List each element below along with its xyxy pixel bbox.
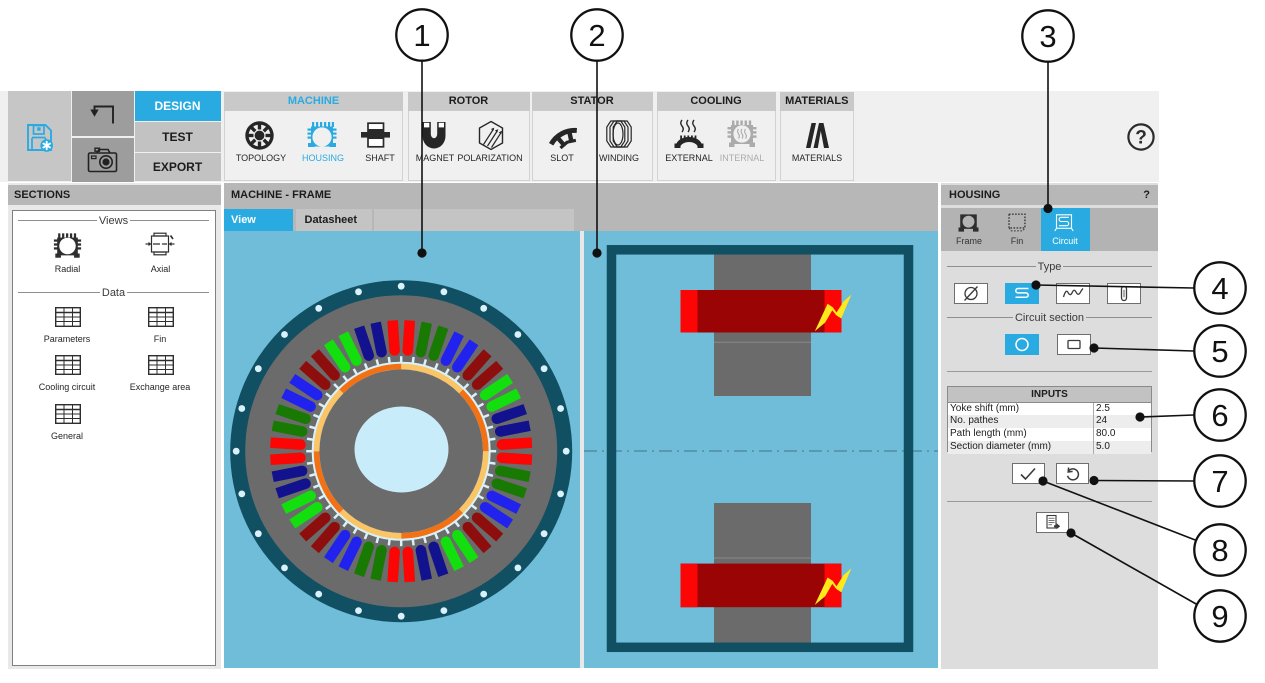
svg-text:3: 3 bbox=[1039, 19, 1056, 54]
svg-text:7: 7 bbox=[1211, 464, 1228, 499]
svg-text:2: 2 bbox=[588, 18, 605, 53]
svg-text:4: 4 bbox=[1211, 271, 1228, 306]
svg-text:6: 6 bbox=[1211, 398, 1228, 433]
svg-text:8: 8 bbox=[1211, 533, 1228, 568]
svg-text:5: 5 bbox=[1211, 334, 1228, 369]
svg-text:1: 1 bbox=[413, 18, 430, 53]
svg-text:9: 9 bbox=[1211, 599, 1228, 634]
